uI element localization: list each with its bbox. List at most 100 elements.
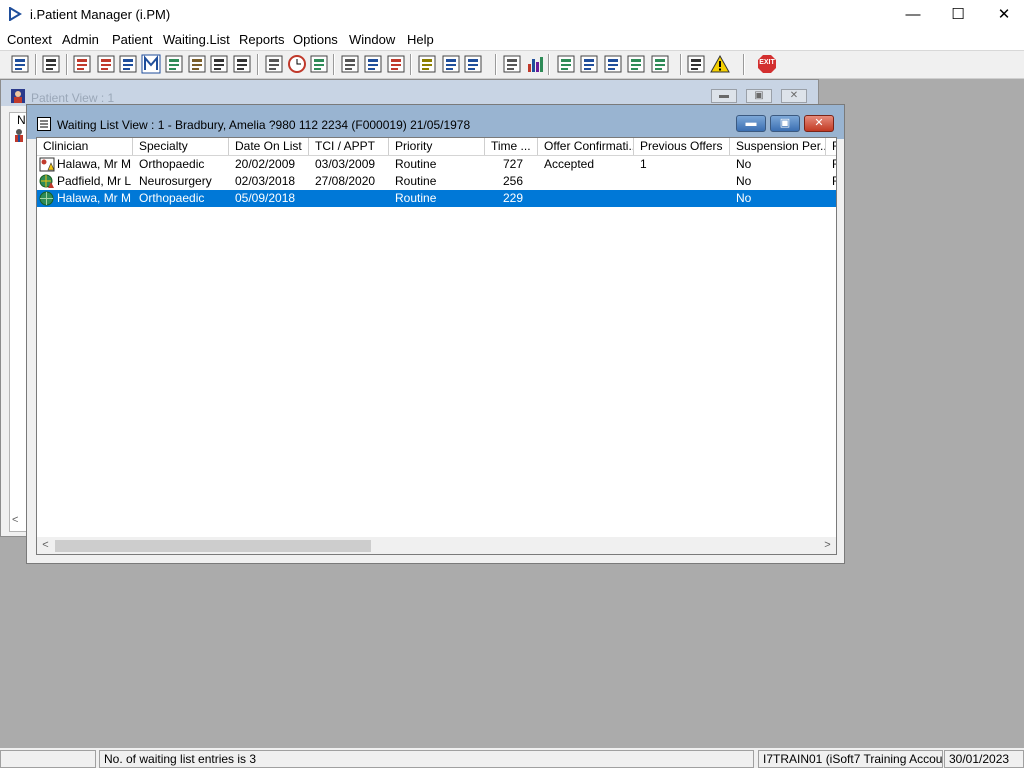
toolbar-separator bbox=[35, 54, 37, 75]
page-icon[interactable] bbox=[502, 54, 522, 74]
printer-icon[interactable] bbox=[41, 54, 61, 74]
column-specialty[interactable]: Specialty bbox=[133, 138, 229, 155]
cell-specialty: Orthopaedic bbox=[139, 191, 205, 205]
arrow-list-icon[interactable] bbox=[603, 54, 623, 74]
ambulance-icon[interactable] bbox=[209, 54, 229, 74]
card-icon[interactable] bbox=[118, 54, 138, 74]
book-icon[interactable] bbox=[72, 54, 92, 74]
doctor-icon[interactable] bbox=[164, 54, 184, 74]
waiting-list-titlebar[interactable]: Waiting List View : 1 - Bradbury, Amelia… bbox=[27, 105, 844, 139]
m-icon[interactable] bbox=[141, 54, 161, 74]
magnifier-icon[interactable] bbox=[264, 54, 284, 74]
menu-options[interactable]: Options bbox=[293, 32, 338, 47]
menu-waiting-list[interactable]: Waiting.List bbox=[163, 32, 230, 47]
waiting-list-table[interactable]: Clinician Specialty Date On List TCI / A… bbox=[36, 137, 837, 555]
column-time[interactable]: Time ... bbox=[485, 138, 538, 155]
menu-context[interactable]: Context bbox=[7, 32, 52, 47]
waiting-list-maximize-button[interactable]: ▣ bbox=[770, 115, 800, 132]
scroll-right-icon[interactable]: > bbox=[819, 537, 836, 554]
exit-button[interactable]: EXIT bbox=[757, 54, 777, 74]
patient-view-scroll-left-icon[interactable]: < bbox=[12, 514, 18, 526]
menu-bar: Context Admin Patient Waiting.List Repor… bbox=[0, 30, 1024, 51]
toolbar-separator bbox=[257, 54, 259, 75]
menu-admin[interactable]: Admin bbox=[62, 32, 99, 47]
bar-chart-icon[interactable] bbox=[526, 54, 546, 74]
horizontal-scrollbar[interactable]: < > bbox=[37, 537, 836, 554]
green-refresh-icon[interactable] bbox=[650, 54, 670, 74]
column-tci-appt[interactable]: TCI / APPT bbox=[309, 138, 389, 155]
monitor-icon[interactable] bbox=[309, 54, 329, 74]
chart-icon[interactable] bbox=[96, 54, 116, 74]
cell-f bbox=[832, 190, 836, 207]
waiting-list-close-button[interactable]: ✕ bbox=[804, 115, 834, 132]
cell-offer-confirmation bbox=[544, 190, 634, 207]
menu-patient[interactable]: Patient bbox=[112, 32, 152, 47]
status-bar: No. of waiting list entries is 3 I7TRAIN… bbox=[0, 748, 1024, 768]
photo-icon[interactable] bbox=[340, 54, 360, 74]
maximize-button[interactable]: ☐ bbox=[935, 0, 981, 30]
status-panel-empty bbox=[0, 750, 96, 768]
menu-help[interactable]: Help bbox=[407, 32, 434, 47]
toolbar-separator bbox=[495, 54, 497, 75]
app-title: i.Patient Manager (i.PM) bbox=[30, 7, 171, 22]
toolbar-separator bbox=[333, 54, 335, 75]
app-titlebar: i.Patient Manager (i.PM) — ☐ ✕ bbox=[0, 0, 1024, 30]
minimize-button[interactable]: — bbox=[890, 0, 936, 30]
cell-date-on-list: 20/02/2009 bbox=[235, 157, 296, 171]
person-chart-icon[interactable] bbox=[463, 54, 483, 74]
waiting-list-title: Waiting List View : 1 - Bradbury, Amelia… bbox=[57, 118, 471, 132]
cell-clinician: Halawa, Mr M bbox=[57, 191, 132, 205]
globe-icon[interactable] bbox=[556, 54, 576, 74]
cell-time: 256 bbox=[503, 174, 524, 188]
toolbar: EXIT bbox=[0, 51, 1024, 79]
cell-offer-confirmation bbox=[544, 173, 634, 190]
waiting-list-minimize-button[interactable]: ▬ bbox=[736, 115, 766, 132]
globe-icon bbox=[39, 191, 55, 206]
table-row[interactable]: Padfield, Mr L Neurosurgery 02/03/2018 27/0… bbox=[37, 173, 836, 190]
column-offer-confirmation[interactable]: Offer Confirmati... bbox=[538, 138, 634, 155]
table-row[interactable]: Halawa, Mr M Orthopaedic 05/09/2018 Routine… bbox=[37, 190, 836, 207]
menu-reports[interactable]: Reports bbox=[239, 32, 285, 47]
patient-view-minimize-button[interactable]: ▬ bbox=[711, 89, 737, 103]
status-account: I7TRAIN01 (iSoft7 Training Account) bbox=[758, 750, 943, 768]
patient-view-maximize-button[interactable]: ▣ bbox=[746, 89, 772, 103]
warning-icon[interactable] bbox=[710, 54, 730, 74]
column-date-on-list[interactable]: Date On List bbox=[229, 138, 309, 155]
cell-priority: Routine bbox=[395, 174, 437, 188]
cell-date-on-list: 05/09/2018 bbox=[235, 191, 296, 205]
green-arrow-icon[interactable] bbox=[626, 54, 646, 74]
document-icon[interactable] bbox=[363, 54, 383, 74]
table-row[interactable]: Halawa, Mr M Orthopaedic 20/02/2009 03/03/2… bbox=[37, 156, 836, 173]
scroll-left-icon[interactable]: < bbox=[37, 537, 54, 554]
user-icon[interactable] bbox=[10, 54, 30, 74]
column-suspension-period[interactable]: Suspension Per... bbox=[730, 138, 826, 155]
close-button[interactable]: ✕ bbox=[981, 0, 1024, 30]
swap-icon[interactable] bbox=[686, 54, 706, 74]
exit-label: EXIT bbox=[759, 59, 775, 66]
cell-date-on-list: 02/03/2018 bbox=[235, 174, 296, 188]
column-previous-offers[interactable]: Previous Offers bbox=[634, 138, 730, 155]
note-icon[interactable] bbox=[187, 54, 207, 74]
patient-row-icon bbox=[15, 129, 23, 142]
patient-view-close-button[interactable]: ✕ bbox=[781, 89, 807, 103]
column-priority[interactable]: Priority bbox=[389, 138, 485, 155]
dial-icon[interactable] bbox=[386, 54, 406, 74]
column-f[interactable]: F bbox=[826, 138, 836, 155]
bed-icon[interactable] bbox=[441, 54, 461, 74]
notepad-icon[interactable] bbox=[417, 54, 437, 74]
cell-priority: Routine bbox=[395, 191, 437, 205]
column-clinician[interactable]: Clinician bbox=[37, 138, 133, 155]
cell-suspension: No bbox=[736, 191, 752, 205]
patient-view-title: Patient View : 1 bbox=[31, 91, 115, 105]
patient-view-titlebar[interactable]: Patient View : 1 ▬ ▣ ✕ bbox=[1, 80, 818, 106]
scroll-thumb[interactable] bbox=[55, 540, 371, 552]
check-list-icon[interactable] bbox=[579, 54, 599, 74]
cell-priority: Routine bbox=[395, 157, 437, 171]
camera-icon[interactable] bbox=[232, 54, 252, 74]
cell-previous-offers bbox=[640, 173, 730, 190]
waiting-list-window[interactable]: Waiting List View : 1 - Bradbury, Amelia… bbox=[26, 104, 845, 564]
status-date: 30/01/2023 bbox=[944, 750, 1024, 768]
menu-window[interactable]: Window bbox=[349, 32, 395, 47]
list-document-icon bbox=[37, 117, 51, 131]
clock-icon[interactable] bbox=[287, 54, 307, 74]
